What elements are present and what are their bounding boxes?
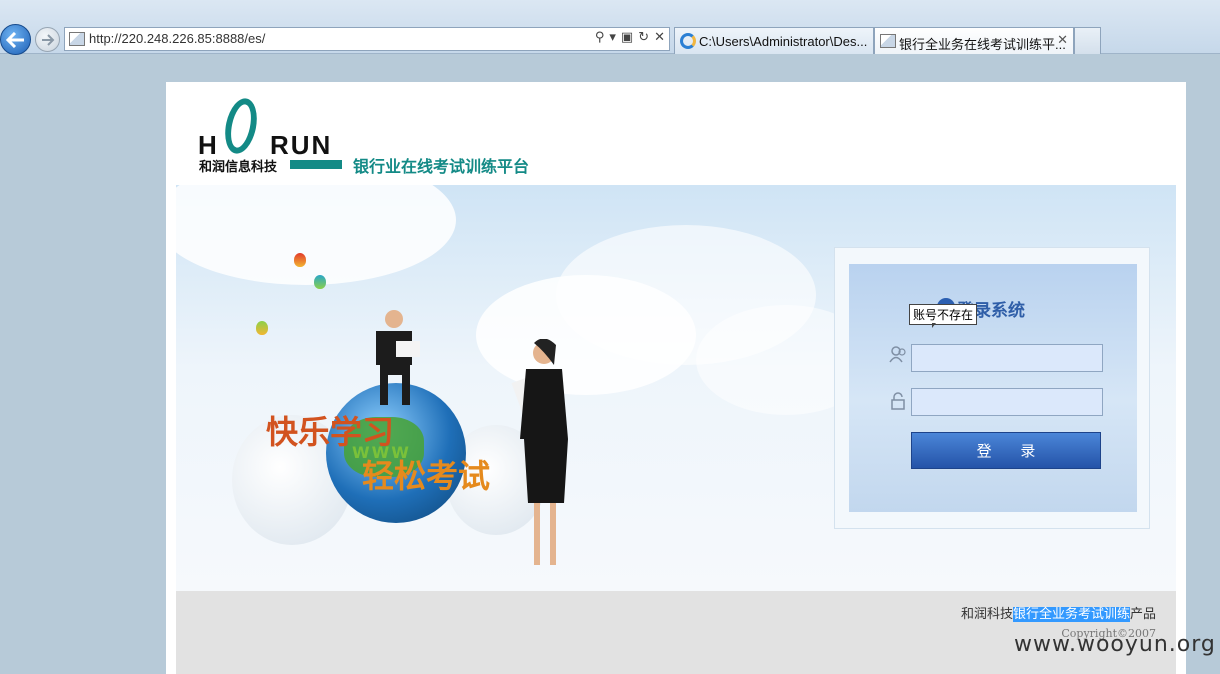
lock-icon xyxy=(889,392,907,410)
login-button[interactable]: 登 录 xyxy=(911,432,1101,469)
dropdown-icon[interactable]: ▾ xyxy=(609,30,616,45)
balloon-icon xyxy=(256,321,268,335)
platform-title: 银行业在线考试训练平台 xyxy=(353,157,530,176)
login-form: 登录系统 账号不存在 登 录 xyxy=(849,264,1137,512)
tab-close-icon[interactable]: ✕ xyxy=(1057,32,1068,48)
balloon-icon xyxy=(314,275,326,289)
logo-bar xyxy=(290,160,342,169)
logo-company: 和润信息科技 xyxy=(199,160,278,175)
logo-ring xyxy=(220,95,262,157)
ie-icon xyxy=(680,33,696,49)
back-button[interactable] xyxy=(0,24,31,55)
username-field[interactable] xyxy=(911,344,1103,372)
tab-local-file[interactable]: C:\Users\Administrator\Des... xyxy=(674,27,874,54)
close-icon[interactable]: ✕ xyxy=(654,30,665,45)
password-field[interactable] xyxy=(911,388,1103,416)
browser-toolbar: http://220.248.226.85:8888/es/ ⚲ ▾ ▣ ↻ ✕… xyxy=(0,0,1220,55)
woman-figure xyxy=(511,339,568,565)
tab-label: 银行全业务在线考试训练平... xyxy=(899,37,1066,52)
url-text[interactable]: http://220.248.226.85:8888/es/ xyxy=(89,31,265,46)
product-line: 和润科技银行全业务考试训练产品 xyxy=(960,607,1156,622)
hero-banner: 快乐学习 WWW 轻松考试 登录系统 账号不存在 登 录 xyxy=(176,185,1176,591)
page-panel: H RUN 和润信息科技 银行业在线考试训练平台 快乐学习 WWW 轻松考试 登… xyxy=(166,82,1186,674)
user-icon xyxy=(889,345,907,363)
compat-view-icon[interactable]: ▣ xyxy=(621,30,633,45)
search-icon[interactable]: ⚲ xyxy=(595,30,605,45)
selected-text: 银行全业务考试训练 xyxy=(1012,607,1130,622)
new-tab-button[interactable] xyxy=(1074,27,1101,54)
balloon-icon xyxy=(294,253,306,267)
arrow-right-icon xyxy=(41,33,54,46)
tab-exam-platform[interactable]: 银行全业务在线考试训练平... ✕ xyxy=(874,27,1074,54)
slogan-easy-exam: 轻松考试 xyxy=(362,457,491,495)
address-bar[interactable]: http://220.248.226.85:8888/es/ ⚲ ▾ ▣ ↻ ✕ xyxy=(64,27,670,51)
address-tools: ⚲ ▾ ▣ ↻ ✕ xyxy=(595,30,665,45)
refresh-icon[interactable]: ↻ xyxy=(638,30,649,45)
forward-button[interactable] xyxy=(35,27,60,52)
page-icon xyxy=(880,34,896,48)
tab-label: C:\Users\Administrator\Des... xyxy=(699,34,868,49)
page-icon xyxy=(69,32,85,46)
horun-logo: H RUN 和润信息科技 xyxy=(198,95,344,175)
man-figure xyxy=(376,310,420,405)
arrow-left-icon xyxy=(5,31,24,48)
watermark: www.wooyun.org xyxy=(1014,632,1216,657)
login-container: 登录系统 账号不存在 登 录 xyxy=(834,247,1150,529)
error-tooltip: 账号不存在 xyxy=(909,304,978,328)
